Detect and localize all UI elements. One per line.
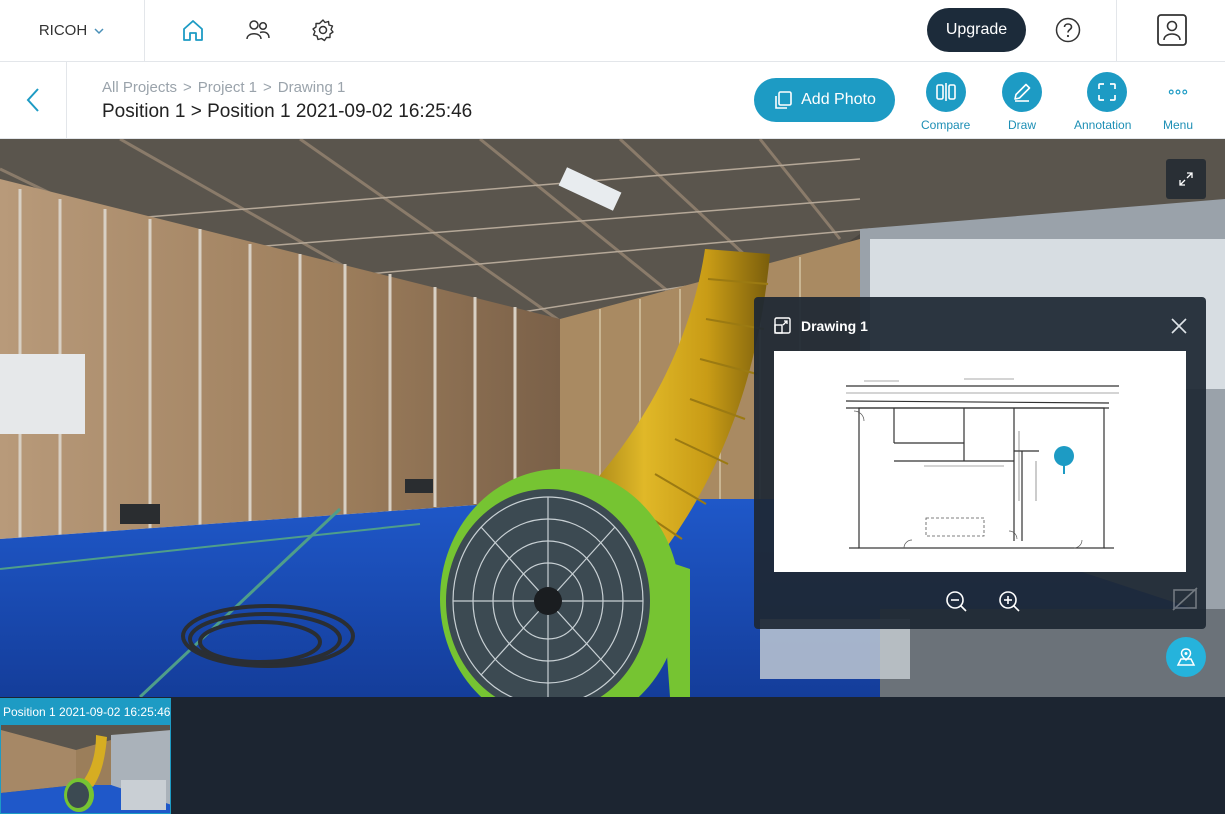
add-photo-button[interactable]: Add Photo bbox=[754, 78, 895, 122]
settings-icon[interactable] bbox=[308, 15, 338, 45]
pin-map-icon bbox=[1176, 648, 1196, 666]
breadcrumb-all-projects[interactable]: All Projects bbox=[102, 79, 177, 96]
top-navigation-bar: RICOH Upgrade bbox=[0, 0, 1225, 62]
panorama-viewer[interactable]: Drawing 1 bbox=[0, 139, 1225, 697]
floor-plan-drawing[interactable] bbox=[774, 351, 1186, 572]
back-button[interactable] bbox=[0, 62, 67, 138]
menu-label: Menu bbox=[1162, 118, 1194, 132]
drawing-panel-title: Drawing 1 bbox=[801, 318, 868, 334]
page-title: Position 1 > Position 1 2021-09-02 16:25… bbox=[102, 101, 473, 122]
help-icon[interactable] bbox=[1055, 17, 1081, 43]
floor-plan-toggle-button[interactable] bbox=[1166, 637, 1206, 677]
breadcrumb: All Projects > Project 1 > Drawing 1 bbox=[102, 79, 345, 96]
zoom-in-icon[interactable] bbox=[997, 589, 1021, 613]
position-marker-icon[interactable] bbox=[1054, 446, 1074, 474]
draw-button[interactable]: Draw bbox=[1002, 72, 1042, 132]
more-horizontal-icon bbox=[1168, 89, 1188, 95]
menu-button[interactable]: Menu bbox=[1158, 72, 1198, 132]
compare-icon bbox=[935, 83, 956, 101]
close-icon[interactable] bbox=[1170, 317, 1188, 335]
minimap-icon bbox=[774, 317, 791, 334]
breadcrumb-separator: > bbox=[263, 79, 272, 96]
chevron-down-icon bbox=[94, 27, 104, 34]
breadcrumb-separator: > bbox=[183, 79, 192, 96]
photos-icon bbox=[775, 91, 792, 109]
annotation-frame-icon bbox=[1098, 83, 1117, 101]
chevron-left-icon bbox=[26, 88, 39, 112]
thumbnail-label: Position 1 2021-09-02 16:25:46 bbox=[1, 699, 170, 725]
add-photo-label: Add Photo bbox=[801, 91, 876, 108]
fullscreen-button[interactable] bbox=[1166, 159, 1206, 199]
account-icon[interactable] bbox=[1155, 13, 1189, 47]
compare-label: Compare bbox=[921, 118, 971, 132]
compare-button[interactable]: Compare bbox=[921, 72, 970, 132]
upgrade-button[interactable]: Upgrade bbox=[927, 8, 1026, 52]
annotation-label: Annotation bbox=[1074, 118, 1132, 132]
breadcrumb-drawing[interactable]: Drawing 1 bbox=[278, 79, 346, 96]
photo-filmstrip: Position 1 2021-09-02 16:25:46 bbox=[0, 697, 1225, 814]
map-hidden-icon bbox=[1172, 587, 1198, 611]
page-header: All Projects > Project 1 > Drawing 1 Positio… bbox=[0, 62, 1225, 139]
filmstrip-thumbnail[interactable]: Position 1 2021-09-02 16:25:46 bbox=[0, 698, 171, 814]
drawing-minimap-panel: Drawing 1 bbox=[754, 297, 1206, 629]
pencil-icon bbox=[1014, 83, 1031, 102]
floor-plan-image[interactable] bbox=[774, 351, 1186, 572]
home-icon[interactable] bbox=[178, 15, 208, 45]
organization-switcher[interactable]: RICOH bbox=[0, 0, 145, 61]
team-icon[interactable] bbox=[243, 15, 273, 45]
draw-label: Draw bbox=[1007, 118, 1036, 132]
thumbnail-image bbox=[1, 725, 170, 813]
brand-name: RICOH bbox=[38, 22, 88, 39]
annotation-button[interactable]: Annotation bbox=[1074, 72, 1131, 132]
zoom-out-icon[interactable] bbox=[944, 589, 968, 613]
breadcrumb-project[interactable]: Project 1 bbox=[198, 79, 257, 96]
divider bbox=[1116, 0, 1117, 61]
expand-icon bbox=[1179, 172, 1193, 186]
